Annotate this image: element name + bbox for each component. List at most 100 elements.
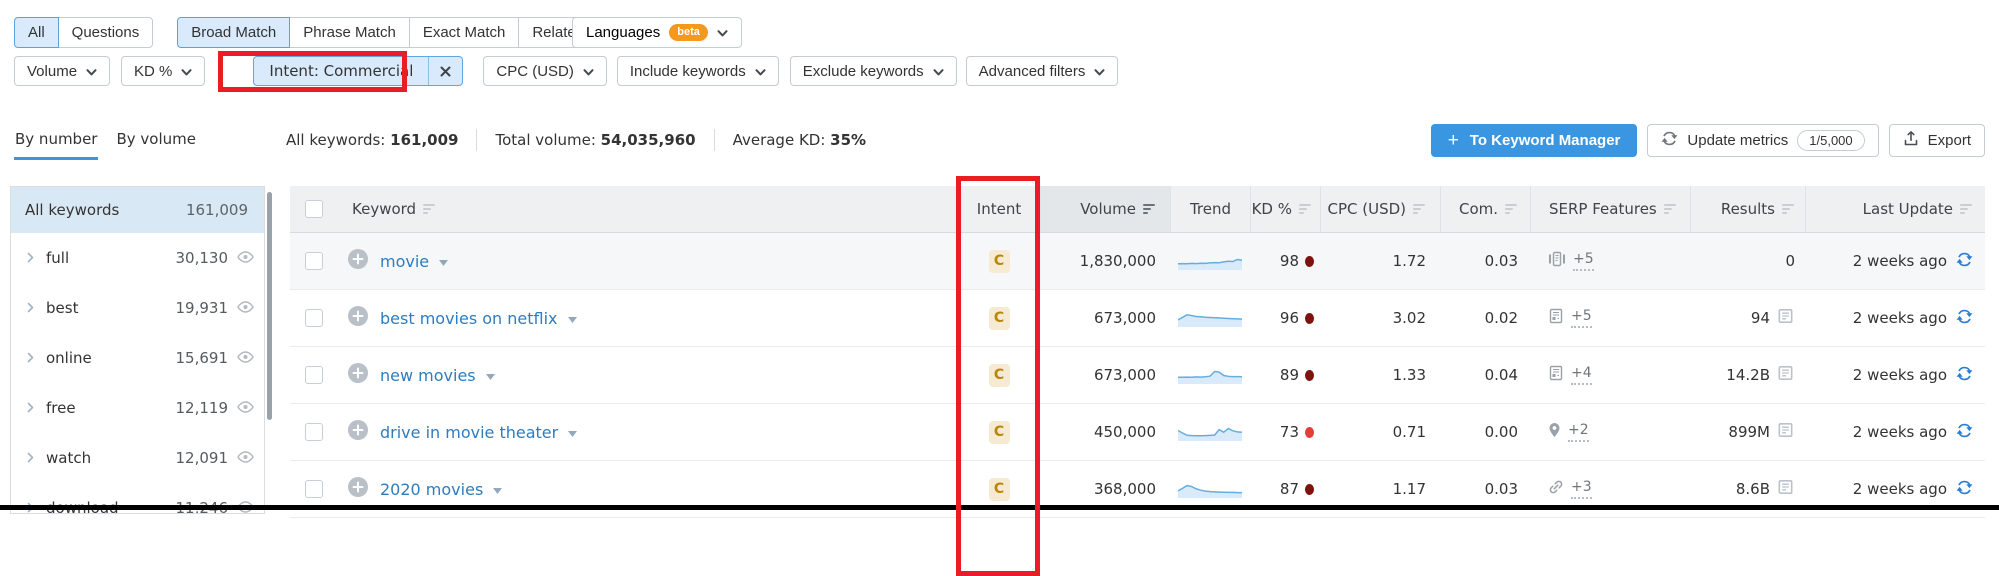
column-header-cpc-usd[interactable]: CPC (USD) xyxy=(1320,186,1440,232)
column-header-label: Last Update xyxy=(1863,200,1953,218)
filter-dropdown-exclude-keywords[interactable]: Exclude keywords xyxy=(790,56,957,86)
serp-snapshot-icon[interactable] xyxy=(1776,478,1795,500)
keyword-dropdown-icon[interactable] xyxy=(439,252,448,270)
tab-broad-match[interactable]: Broad Match xyxy=(177,17,290,48)
tab-label: Phrase Match xyxy=(303,24,396,41)
sort-icon xyxy=(1505,200,1518,218)
trend-cell xyxy=(1170,404,1250,460)
column-header-intent[interactable]: Intent xyxy=(958,186,1040,232)
sidebar-scrollbar[interactable] xyxy=(267,192,272,420)
eye-icon[interactable] xyxy=(237,449,254,467)
keyword-link[interactable]: new movies xyxy=(380,366,476,385)
expand-keyword-button[interactable] xyxy=(348,420,368,444)
to-keyword-manager-button[interactable]: + To Keyword Manager xyxy=(1431,124,1638,157)
keyword-link[interactable]: movie xyxy=(380,252,429,271)
filter-dropdown-cpc-usd[interactable]: CPC (USD) xyxy=(483,56,607,86)
cpc-value: 3.02 xyxy=(1393,309,1426,327)
refresh-metrics-icon[interactable] xyxy=(1956,251,1973,272)
results-value: 94 xyxy=(1751,309,1770,327)
filter-dropdown-advanced-filters[interactable]: Advanced filters xyxy=(966,56,1119,86)
tab-all[interactable]: All xyxy=(14,17,59,48)
serp-features-more-link[interactable]: +5 xyxy=(1571,308,1592,328)
eye-icon[interactable] xyxy=(237,249,254,267)
languages-dropdown[interactable]: Languages beta xyxy=(572,17,742,48)
keyword-dropdown-icon[interactable] xyxy=(568,309,577,327)
column-header-kd[interactable]: KD % xyxy=(1250,186,1320,232)
sidebar-item-online[interactable]: online15,691 xyxy=(11,333,264,383)
results-cell: 94 xyxy=(1690,290,1805,346)
sidebar-item-watch[interactable]: watch12,091 xyxy=(11,433,264,483)
column-header-com[interactable]: Com. xyxy=(1440,186,1530,232)
keyword-link[interactable]: best movies on netflix xyxy=(380,309,558,328)
keyword-dropdown-icon[interactable] xyxy=(568,423,577,441)
beta-badge: beta xyxy=(669,24,708,41)
update-metrics-button[interactable]: Update metrics 1/5,000 xyxy=(1647,124,1878,157)
eye-icon[interactable] xyxy=(237,349,254,367)
serp-features-more-link[interactable]: +4 xyxy=(1571,365,1592,385)
view-tab-by-volume[interactable]: By volume xyxy=(115,120,197,160)
serp-snapshot-icon[interactable] xyxy=(1776,364,1795,386)
tab-phrase-match[interactable]: Phrase Match xyxy=(289,17,410,48)
stat-label: Total volume: xyxy=(495,131,600,149)
column-header-results[interactable]: Results xyxy=(1690,186,1805,232)
row-checkbox[interactable] xyxy=(305,252,323,270)
expand-keyword-button[interactable] xyxy=(348,477,368,501)
serp-snapshot-icon[interactable] xyxy=(1776,421,1795,443)
row-checkbox[interactable] xyxy=(305,309,323,327)
expand-keyword-button[interactable] xyxy=(348,363,368,387)
sidebar-all-keywords[interactable]: All keywords 161,009 xyxy=(11,187,264,233)
filter-dropdown-kd[interactable]: KD % xyxy=(121,56,205,86)
expand-keyword-button[interactable] xyxy=(348,306,368,330)
kd-difficulty-dot xyxy=(1305,370,1314,381)
tab-label: Broad Match xyxy=(191,24,276,41)
com-value: 0.03 xyxy=(1485,252,1518,270)
expand-keyword-button[interactable] xyxy=(348,249,368,273)
tab-exact-match[interactable]: Exact Match xyxy=(409,17,520,48)
select-all-checkbox[interactable] xyxy=(305,200,323,218)
column-header-keyword[interactable]: Keyword xyxy=(338,186,958,232)
chevron-right-icon xyxy=(27,399,34,417)
kd-value: 87 xyxy=(1280,480,1299,498)
remove-filter-button[interactable] xyxy=(428,57,462,85)
tab-questions[interactable]: Questions xyxy=(58,17,154,48)
keyword-dropdown-icon[interactable] xyxy=(493,480,502,498)
keyword-cell: new movies xyxy=(338,347,958,403)
sort-icon xyxy=(1143,200,1156,218)
sidebar-item-full[interactable]: full30,130 xyxy=(11,233,264,283)
keyword-dropdown-icon[interactable] xyxy=(486,366,495,384)
sidebar-item-free[interactable]: free12,119 xyxy=(11,383,264,433)
row-checkbox[interactable] xyxy=(305,366,323,384)
column-header-serp-features[interactable]: SERP Features xyxy=(1530,186,1690,232)
refresh-metrics-icon[interactable] xyxy=(1956,479,1973,500)
column-header-last-update[interactable]: Last Update xyxy=(1805,186,1985,232)
sidebar-item-count: 19,931 xyxy=(176,299,229,317)
refresh-metrics-icon[interactable] xyxy=(1956,308,1973,329)
filter-dropdown-volume[interactable]: Volume xyxy=(14,56,110,86)
sort-icon xyxy=(1299,200,1312,218)
stat-value: 35% xyxy=(830,131,866,149)
row-checkbox[interactable] xyxy=(305,423,323,441)
last-update-cell: 2 weeks ago xyxy=(1805,290,1985,346)
filter-dropdown-include-keywords[interactable]: Include keywords xyxy=(617,56,779,86)
serp-features-more-link[interactable]: +2 xyxy=(1568,422,1589,442)
view-tab-by-number[interactable]: By number xyxy=(14,120,98,160)
refresh-metrics-icon[interactable] xyxy=(1956,365,1973,386)
eye-icon[interactable] xyxy=(237,399,254,417)
refresh-metrics-icon[interactable] xyxy=(1956,422,1973,443)
keyword-link[interactable]: 2020 movies xyxy=(380,480,483,499)
sidebar-item-best[interactable]: best19,931 xyxy=(11,283,264,333)
keyword-link[interactable]: drive in movie theater xyxy=(380,423,558,442)
volume-value: 1,830,000 xyxy=(1080,252,1156,270)
export-button[interactable]: Export xyxy=(1889,124,1985,157)
serp-features-more-link[interactable]: +3 xyxy=(1571,479,1592,499)
column-header-trend[interactable]: Trend xyxy=(1170,186,1250,232)
row-checkbox[interactable] xyxy=(305,480,323,498)
column-header-volume[interactable]: Volume xyxy=(1040,186,1170,232)
com-value: 0.00 xyxy=(1485,423,1518,441)
serp-snapshot-icon[interactable] xyxy=(1776,307,1795,329)
chevron-down-icon xyxy=(583,63,594,80)
filter-chip-intent-commercial[interactable]: Intent: Commercial xyxy=(253,56,463,86)
update-quota-pill: 1/5,000 xyxy=(1797,130,1864,151)
eye-icon[interactable] xyxy=(237,299,254,317)
serp-features-more-link[interactable]: +5 xyxy=(1573,251,1594,271)
